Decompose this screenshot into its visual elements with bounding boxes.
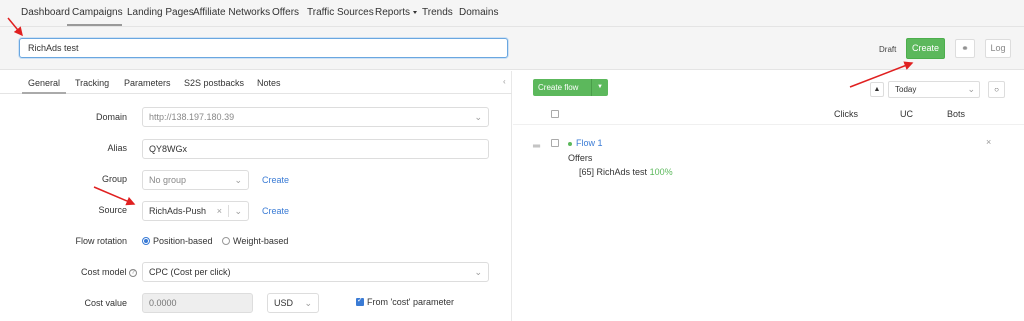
alias-label: Alias xyxy=(107,143,127,153)
create-flow-button[interactable]: Create flow ▼ xyxy=(533,79,608,96)
nav-traffic-sources[interactable]: Traffic Sources xyxy=(307,7,374,18)
link-button[interactable]: ⚭ xyxy=(955,39,975,58)
domain-value: http://138.197.180.39 xyxy=(149,112,235,122)
link-icon: ⚭ xyxy=(961,43,969,53)
chevron-down-icon: ⌄ xyxy=(474,112,482,122)
domain-label: Domain xyxy=(95,112,127,122)
top-navigation: Dashboard Campaigns Landing Pages Affili… xyxy=(0,0,1024,27)
cost-model-select[interactable]: CPC (Cost per click) ⌄ xyxy=(142,262,489,282)
active-tab-indicator xyxy=(22,92,66,94)
close-icon[interactable]: × xyxy=(986,137,991,147)
status-label: Draft xyxy=(879,45,897,54)
active-status-dot xyxy=(568,142,572,146)
chevron-down-icon: ⌄ xyxy=(234,175,242,185)
tab-general[interactable]: General xyxy=(28,78,60,88)
campaign-header: Draft Create ⚭ Log xyxy=(0,27,1024,70)
source-label: Source xyxy=(98,205,127,215)
nav-trends[interactable]: Trends xyxy=(422,7,453,18)
create-flow-label: Create flow xyxy=(538,83,579,92)
rotation-weight-label[interactable]: Weight-based xyxy=(233,236,288,246)
chevron-down-icon: ⌄ xyxy=(234,206,242,216)
alias-input[interactable] xyxy=(142,139,489,159)
settings-tabs: General Tracking Parameters S2S postback… xyxy=(0,71,512,94)
column-uc[interactable]: UC xyxy=(900,109,913,119)
chevron-down-icon: ⌄ xyxy=(304,298,312,308)
select-all-checkbox[interactable] xyxy=(551,110,559,118)
chevron-down-icon[interactable]: ▼ xyxy=(597,79,603,96)
chevron-down-icon xyxy=(413,10,418,14)
chevron-down-icon: ⌄ xyxy=(474,267,482,277)
cost-model-value: CPC (Cost per click) xyxy=(149,267,231,277)
currency-select[interactable]: USD ⌄ xyxy=(267,293,319,313)
nav-offers[interactable]: Offers xyxy=(272,7,299,18)
date-range-select[interactable]: Today ⌄ xyxy=(888,81,980,98)
nav-affiliate-networks[interactable]: Affiliate Networks xyxy=(193,7,270,18)
flow-rotation-label: Flow rotation xyxy=(75,236,127,246)
from-cost-checkbox[interactable] xyxy=(356,296,364,306)
nav-dashboard[interactable]: Dashboard xyxy=(21,7,70,18)
group-value: No group xyxy=(149,175,187,185)
help-icon[interactable]: ? xyxy=(129,268,137,277)
nav-campaigns[interactable]: Campaigns xyxy=(72,7,123,18)
chevron-down-icon: ⌄ xyxy=(967,84,975,94)
rotation-position-label[interactable]: Position-based xyxy=(153,236,213,246)
refresh-button[interactable]: ○ xyxy=(988,81,1005,98)
log-button[interactable]: Log xyxy=(985,39,1011,58)
offer-percentage: 100% xyxy=(649,167,673,177)
group-label: Group xyxy=(101,174,127,184)
offers-label: Offers xyxy=(568,153,593,163)
nav-reports-label: Reports xyxy=(375,7,411,18)
currency-value: USD xyxy=(274,298,294,308)
source-select[interactable]: RichAds-Push × ⌄ xyxy=(142,201,249,221)
flows-panel: Create flow ▼ ▲ Today ⌄ ○ Clicks UC Bots… xyxy=(513,71,1024,321)
triangle-up-icon: ▲ xyxy=(873,86,881,93)
nav-domains[interactable]: Domains xyxy=(459,7,498,18)
tab-tracking[interactable]: Tracking xyxy=(75,78,109,88)
column-clicks[interactable]: Clicks xyxy=(834,109,858,119)
source-value: RichAds-Push xyxy=(149,206,207,216)
domain-select[interactable]: http://138.197.180.39 ⌄ xyxy=(142,107,489,127)
select-separator xyxy=(228,205,229,217)
tab-s2s-postbacks[interactable]: S2S postbacks xyxy=(184,78,244,88)
cost-model-label-text: Cost model xyxy=(80,267,127,277)
cost-model-label: Cost model ? xyxy=(27,267,137,277)
campaign-name-input[interactable] xyxy=(19,38,508,58)
create-button[interactable]: Create xyxy=(906,38,945,59)
group-create-link[interactable]: Create xyxy=(262,175,289,185)
tab-notes[interactable]: Notes xyxy=(257,78,281,88)
active-tab-indicator xyxy=(67,24,122,26)
offer-name: [65] RichAds test xyxy=(579,167,648,177)
group-select[interactable]: No group ⌄ xyxy=(142,170,249,190)
source-create-link[interactable]: Create xyxy=(262,206,289,216)
flow-checkbox[interactable] xyxy=(551,139,559,147)
cost-value-label: Cost value xyxy=(84,298,127,308)
date-range-value: Today xyxy=(895,85,917,94)
cost-value-input[interactable] xyxy=(142,293,253,313)
drag-handle-icon[interactable]: ═ xyxy=(533,141,540,152)
nav-reports[interactable]: Reports xyxy=(375,7,418,18)
tab-parameters[interactable]: Parameters xyxy=(124,78,171,88)
nav-landing-pages[interactable]: Landing Pages xyxy=(127,7,194,18)
button-divider xyxy=(591,79,592,96)
settings-panel: General Tracking Parameters S2S postback… xyxy=(0,71,512,321)
circle-icon: ○ xyxy=(994,85,999,94)
clear-icon[interactable]: × xyxy=(217,202,222,220)
rotation-weight-radio[interactable] xyxy=(222,237,230,245)
sort-up-button[interactable]: ▲ xyxy=(870,82,884,97)
column-bots[interactable]: Bots xyxy=(947,109,965,119)
rotation-position-radio[interactable] xyxy=(142,237,150,245)
header-divider xyxy=(513,124,1024,125)
offer-item: [65] RichAds test 100% xyxy=(579,167,673,177)
flow-name-link[interactable]: Flow 1 xyxy=(576,138,603,148)
collapse-left-icon[interactable]: ‹ xyxy=(503,77,506,86)
from-cost-label[interactable]: From 'cost' parameter xyxy=(367,297,454,307)
